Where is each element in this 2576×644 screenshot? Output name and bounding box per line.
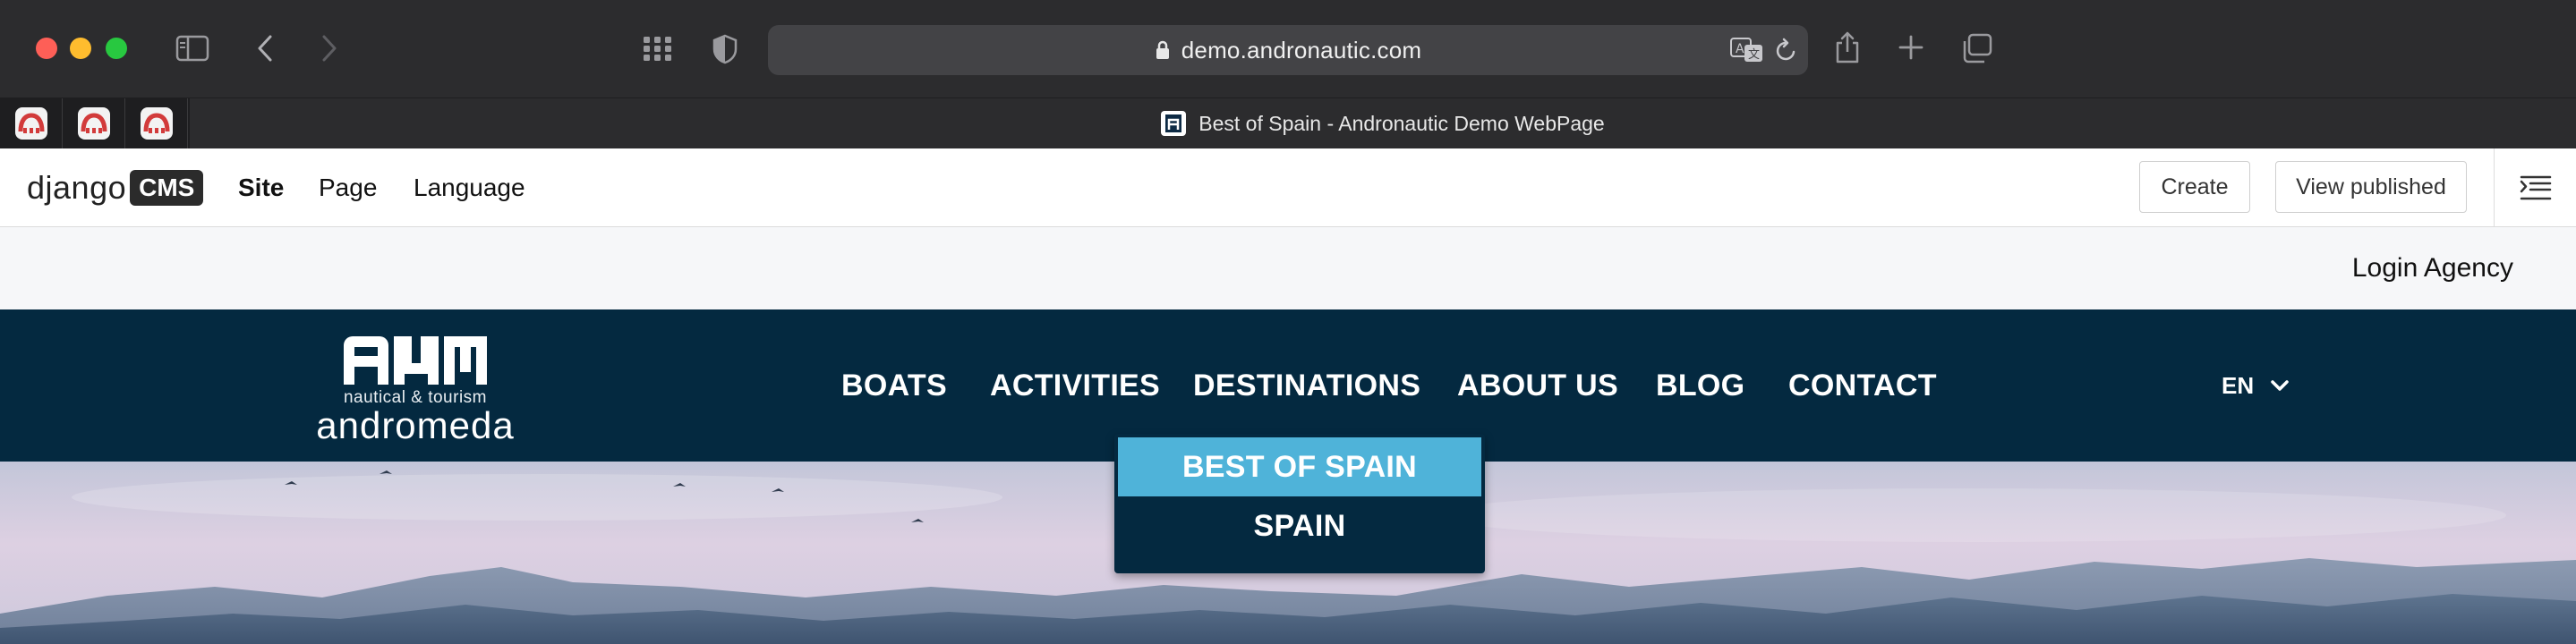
svg-text:A: A: [1736, 42, 1744, 56]
cms-toolbar: django CMS Site Page Language Create Vie…: [0, 148, 2576, 227]
language-selector[interactable]: EN: [2222, 309, 2290, 462]
cms-menu-site[interactable]: Site: [238, 148, 284, 227]
svg-text:文: 文: [1748, 48, 1760, 62]
browser-toolbar: demo.andronautic.com A文: [0, 0, 2576, 98]
dropdown-item-best-of-spain[interactable]: BEST OF SPAIN: [1118, 437, 1481, 496]
site-favicon-icon: [1161, 111, 1187, 136]
pinned-tab-3[interactable]: [125, 98, 188, 148]
pinned-tab-1[interactable]: [0, 98, 63, 148]
tabs-overview-icon[interactable]: [1960, 32, 1994, 64]
pinned-tab-favicon: [140, 107, 173, 140]
back-icon[interactable]: [249, 32, 281, 64]
translate-icon[interactable]: A文: [1729, 36, 1765, 64]
tab-title: Best of Spain - Andronautic Demo WebPage: [1198, 111, 1605, 135]
logo-django-text: django: [27, 169, 127, 206]
url-text: demo.andronautic.com: [1181, 36, 1422, 64]
sidebar-icon[interactable]: [174, 32, 211, 64]
django-cms-logo[interactable]: django CMS: [27, 168, 204, 208]
cms-menu-page[interactable]: Page: [319, 148, 377, 227]
grid-icon[interactable]: [641, 34, 675, 64]
reload-icon[interactable]: [1772, 36, 1801, 64]
view-published-button[interactable]: View published: [2275, 161, 2467, 213]
address-bar[interactable]: demo.andronautic.com A文: [768, 25, 1808, 75]
active-tab[interactable]: Best of Spain - Andronautic Demo WebPage: [190, 98, 2576, 148]
chevron-down-icon: [2270, 379, 2290, 392]
language-current: EN: [2222, 371, 2255, 399]
toolbar-toggle-icon[interactable]: [2494, 148, 2576, 227]
lock-icon: [1155, 39, 1171, 61]
site-top-bar: Login Agency: [0, 227, 2576, 309]
red-close-icon[interactable]: [36, 38, 57, 59]
nav-blog[interactable]: BLOG: [1656, 309, 1744, 462]
site-logo[interactable]: nautical & tourism andromeda: [308, 336, 523, 446]
shield-icon[interactable]: [709, 32, 741, 66]
plus-icon[interactable]: [1896, 32, 1926, 63]
share-icon[interactable]: [1831, 29, 1864, 66]
brand-name: andromeda: [316, 404, 515, 446]
tab-bar: Best of Spain - Andronautic Demo WebPage: [0, 98, 2576, 148]
pinned-tab-favicon: [77, 107, 110, 140]
dropdown-item-spain[interactable]: SPAIN: [1118, 496, 1481, 555]
forward-icon[interactable]: [313, 32, 345, 64]
nav-contact[interactable]: CONTACT: [1788, 309, 1937, 462]
nav-boats[interactable]: BOATS: [841, 309, 947, 462]
cms-menu-language[interactable]: Language: [414, 148, 525, 227]
create-button[interactable]: Create: [2139, 161, 2250, 213]
andromeda-logo-mark-icon: [344, 336, 487, 385]
green-zoom-icon[interactable]: [106, 38, 127, 59]
yellow-minimize-icon[interactable]: [70, 38, 91, 59]
login-agency-link[interactable]: Login Agency: [2352, 227, 2513, 309]
logo-cms-badge: CMS: [130, 170, 204, 206]
destinations-dropdown-menu: BEST OF SPAIN SPAIN: [1114, 434, 1485, 573]
pinned-tab-2[interactable]: [63, 98, 125, 148]
pinned-tab-favicon: [14, 107, 47, 140]
